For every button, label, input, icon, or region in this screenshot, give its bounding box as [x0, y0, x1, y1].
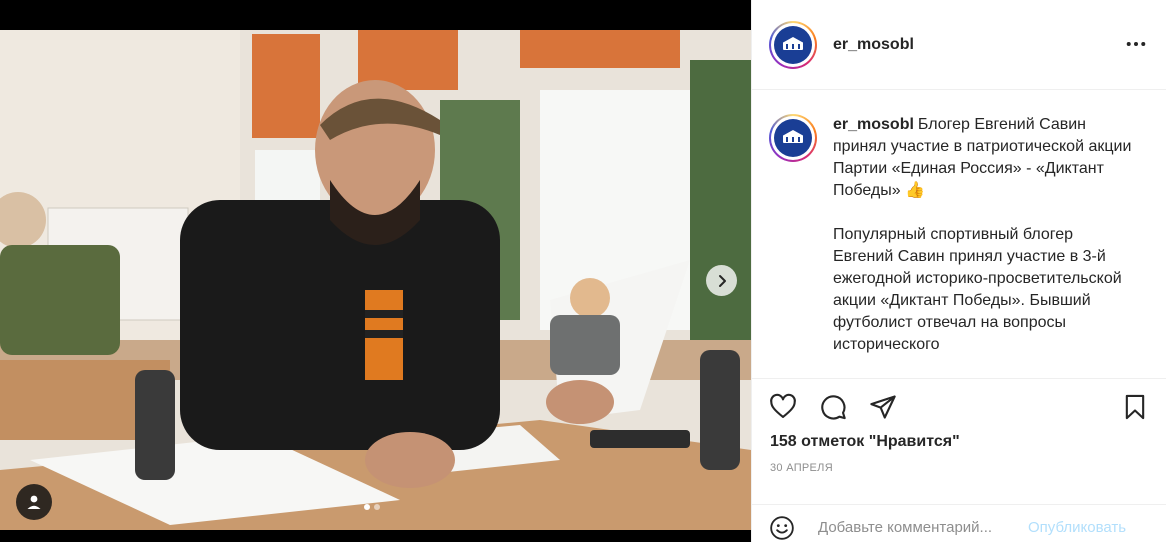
post-details-panel: er_mosobl er_mosobl Блогер Евгений Савин … [751, 0, 1166, 542]
brand-logo-icon [774, 25, 812, 64]
tagged-users-button[interactable] [16, 484, 52, 520]
carousel-dot-2 [374, 504, 380, 510]
likes-count[interactable]: 158 отметок "Нравится" [752, 433, 1166, 451]
like-button[interactable] [768, 392, 798, 422]
chevron-right-icon [718, 274, 726, 287]
brand-logo-icon [774, 119, 812, 157]
caption-text: er_mosobl Блогер Евгений Савин принял уча… [833, 114, 1133, 378]
more-horizontal-icon [1126, 42, 1146, 46]
save-button[interactable] [1120, 392, 1150, 422]
heart-icon [770, 393, 796, 418]
paper-plane-icon [870, 395, 896, 419]
comment-bubble-icon [821, 395, 846, 420]
comment-input[interactable] [818, 519, 1024, 536]
comment-button[interactable] [818, 392, 848, 422]
emoji-button[interactable] [768, 514, 796, 542]
post-header: er_mosobl [752, 0, 1166, 90]
carousel-next-button[interactable] [706, 265, 737, 296]
user-tag-icon [27, 495, 41, 509]
post-media [0, 0, 751, 542]
carousel-dot-1 [364, 504, 370, 510]
post-photo [0, 30, 751, 530]
bookmark-icon [1125, 394, 1145, 420]
caption-paragraph-2: Популярный спортивный блогер Евгений Сав… [833, 226, 1122, 353]
avatar[interactable] [769, 20, 817, 69]
post-actions-block: 158 отметок "Нравится" 30 апреля [752, 378, 1166, 474]
share-button[interactable] [868, 392, 898, 422]
caption-section: er_mosobl Блогер Евгений Савин принял уча… [752, 90, 1166, 378]
caption-username[interactable]: er_mosobl [833, 116, 914, 133]
smiley-icon [770, 515, 794, 540]
publish-comment-button[interactable]: Опубликовать [1028, 519, 1126, 536]
more-options-button[interactable] [1125, 33, 1147, 55]
post-date[interactable]: 30 апреля [752, 462, 1166, 474]
post-author-username[interactable]: er_mosobl [833, 36, 914, 54]
add-comment-bar: Опубликовать [752, 504, 1166, 542]
instagram-post-modal: er_mosobl er_mosobl Блогер Евгений Савин … [0, 0, 1166, 542]
action-bar [752, 379, 1166, 435]
carousel-indicator [364, 504, 380, 510]
caption-avatar[interactable] [769, 114, 817, 162]
